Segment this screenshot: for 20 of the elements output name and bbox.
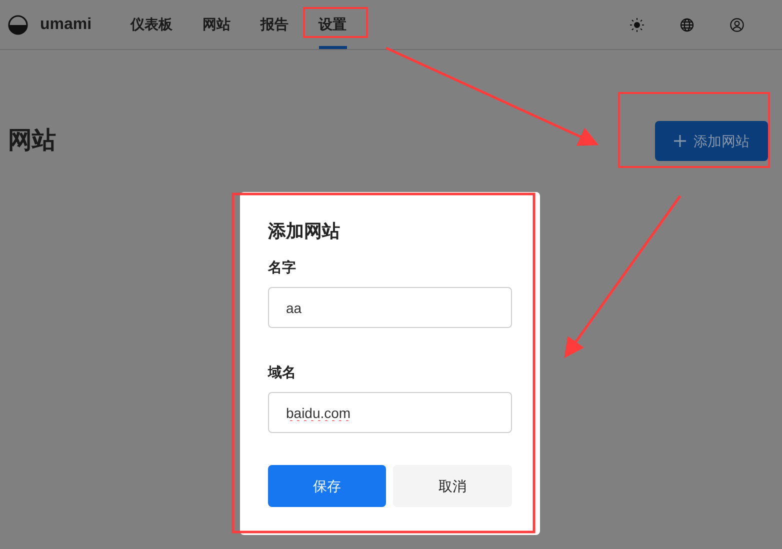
sun-icon[interactable] bbox=[630, 18, 644, 32]
field-label: 名字 bbox=[268, 258, 297, 277]
dialog-title: 添加网站 bbox=[268, 220, 341, 243]
logo-icon bbox=[8, 14, 28, 34]
cancel-button[interactable]: 取消 bbox=[393, 465, 512, 507]
input-field[interactable]: aa bbox=[268, 287, 512, 328]
highlight-frame bbox=[303, 7, 368, 38]
nav-tab[interactable]: 报告 bbox=[260, 0, 289, 49]
nav-tab[interactable]: 设置 bbox=[318, 0, 347, 49]
nav-tab[interactable]: 网站 bbox=[202, 0, 231, 49]
add-website-button[interactable]: 添加网站 bbox=[655, 121, 768, 161]
save-button[interactable]: 保存 bbox=[268, 465, 386, 507]
page-title: 网站 bbox=[8, 126, 56, 156]
user-icon[interactable] bbox=[730, 18, 744, 32]
plus-icon bbox=[674, 135, 686, 147]
input-field[interactable]: baidu.com bbox=[268, 392, 512, 433]
logo-text: umami bbox=[40, 14, 92, 34]
globe-icon[interactable] bbox=[680, 18, 694, 32]
field-label: 域名 bbox=[268, 363, 297, 382]
nav-tab[interactable]: 仪表板 bbox=[130, 0, 173, 49]
